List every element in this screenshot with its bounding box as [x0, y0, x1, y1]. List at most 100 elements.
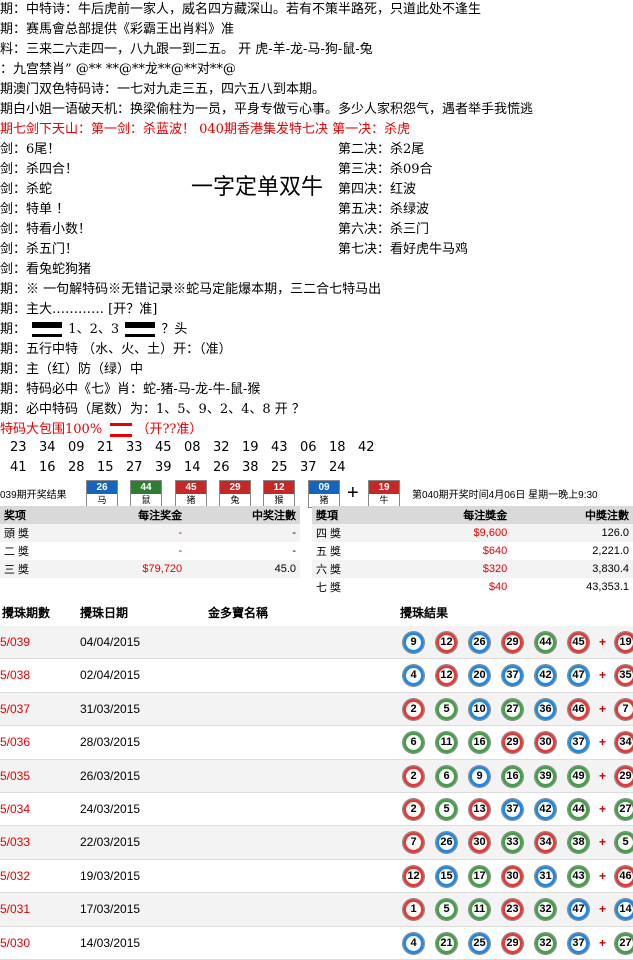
table-row[interactable]: 5/036 28/03/2015 6 11 16 29 30 37 +34 — [0, 726, 633, 760]
table-row[interactable]: 5/035 26/03/2015 2 6 9 16 39 49 +29 — [0, 759, 633, 793]
ball-number: 6 — [402, 731, 425, 755]
period-link[interactable]: 5/036 — [0, 726, 30, 758]
history-header: 攪珠期數 攪珠日期 金多寶名稱 攪珠結果 — [0, 600, 633, 626]
ball-number: 15 — [435, 864, 458, 888]
draw-label: 039期开奖结果 — [0, 490, 67, 501]
number: 23 — [10, 440, 27, 455]
ball-number: 7 — [402, 831, 425, 855]
number: 27 — [126, 460, 143, 475]
draw-date: 31/03/2015 — [80, 701, 141, 716]
text-line: 剑：杀四合！ — [0, 162, 79, 177]
draw-number-tile: 44 鼠 — [130, 480, 162, 508]
plus-icon: + — [599, 902, 607, 917]
number: 15 — [97, 460, 114, 475]
cell: - — [178, 545, 183, 557]
draw-number-tile: 45 猪 — [175, 480, 207, 508]
plus-icon: + — [599, 701, 607, 716]
extra-ball-number: 29 — [614, 764, 633, 788]
cell: $320 — [482, 563, 508, 575]
plus-icon: + — [599, 935, 607, 950]
cell: $79,720 — [142, 563, 183, 575]
draw-date: 04/04/2015 — [80, 635, 141, 649]
ball-number: 38 — [567, 831, 590, 855]
text-line: ：九宫禁肖” @** **@**龙**@**对**@ — [0, 62, 236, 77]
draw-number-tile: 29 兔 — [219, 480, 251, 508]
number: 21 — [97, 440, 114, 455]
period-link[interactable]: 5/030 — [0, 927, 30, 959]
period-link[interactable]: 5/033 — [0, 826, 30, 858]
text-line: 剑：特单 ！ — [0, 202, 70, 217]
ball-number: 42 — [534, 664, 557, 688]
table-row[interactable]: 5/033 22/03/2015 7 26 30 33 34 38 +5 — [0, 826, 633, 860]
table-row: 二 獎-- — [0, 542, 300, 560]
cell: $40 — [488, 581, 508, 593]
extra-ball-number: 7 — [614, 697, 633, 721]
ball-number: 5 — [435, 898, 458, 922]
table-row[interactable]: 5/037 31/03/2015 2 5 10 27 36 46 +7 — [0, 692, 633, 727]
ball-number: 12 — [435, 631, 458, 654]
period-link[interactable]: 5/034 — [0, 793, 30, 825]
number: 25 — [271, 460, 288, 475]
number: 32 — [213, 440, 230, 455]
table-row[interactable]: 5/031 17/03/2015 1 5 11 23 32 47 +14 — [0, 893, 633, 927]
table-row[interactable]: 5/038 02/04/2015 4 12 20 37 42 47 +35 — [0, 659, 633, 693]
ball-number: 30 — [468, 831, 491, 855]
extra-ball-number: 35 — [614, 664, 633, 688]
draw-number: 29 — [220, 481, 250, 494]
text-line: 期白小姐一语破天机：换梁偷柱为一员，平身专做亏心事。多少人家积怨气，遇者举手我慌… — [0, 102, 534, 117]
ball-number: 1 — [402, 898, 425, 922]
period-link[interactable]: 5/039 — [0, 626, 30, 658]
ball-number: 26 — [435, 831, 458, 855]
cell: 126.0 — [601, 527, 629, 539]
period-link[interactable]: 5/035 — [0, 760, 30, 792]
number: 43 — [271, 440, 288, 455]
column-header: 每注獎金 — [389, 506, 512, 524]
cell: 四 獎 — [316, 528, 342, 540]
extra-ball-number: 34 — [614, 731, 633, 755]
period-link[interactable]: 5/038 — [0, 659, 30, 691]
ball-number: 44 — [567, 797, 590, 821]
ball-number: 4 — [402, 931, 425, 955]
column-header: 每注奖金 — [72, 506, 187, 524]
column-header: 中獎注數 — [511, 506, 633, 524]
plus-icon: + — [599, 868, 607, 883]
ball-number: 20 — [468, 664, 491, 688]
table-row[interactable]: 5/034 24/03/2015 2 5 13 37 42 44 +27 — [0, 793, 633, 827]
cell: 45.0 — [274, 563, 296, 575]
bar-icon — [32, 322, 63, 337]
table-row[interactable]: 5/032 19/03/2015 12 15 17 30 31 43 +46 — [0, 860, 633, 894]
table-row[interactable]: 5/030 14/03/2015 4 21 25 29 32 37 +27 — [0, 927, 633, 960]
ball-number: 42 — [534, 797, 557, 821]
ball-number: 30 — [501, 864, 524, 888]
ball-number: 46 — [567, 697, 590, 721]
period-link[interactable]: 5/031 — [0, 893, 30, 925]
draw-date: 28/03/2015 — [80, 735, 141, 750]
ball-number: 47 — [567, 898, 590, 922]
text-line: 期：※ 一句解特码※无错记录※蛇马定能爆本期，三二合七特马出 — [0, 282, 382, 297]
plus-icon: + — [599, 835, 607, 850]
text-line: 期：赛馬會总部提供《彩霸王出肖料》准 — [0, 22, 235, 37]
column-header: 攪珠期數 — [2, 606, 51, 620]
table-row: 五 獎 $640 2,221.0 — [312, 542, 633, 560]
cell: 三 獎 — [4, 564, 30, 576]
table-row[interactable]: 5/039 04/04/2015 9 12 26 29 44 45 +19 — [0, 626, 633, 660]
draw-zodiac: 兔 — [220, 494, 250, 506]
draw-number-tile: 09 猪 — [308, 480, 340, 508]
draw-zodiac: 牛 — [369, 494, 399, 506]
text-line: 料：三来二六走四一，八九跟一到二五。 开 虎-羊-龙-马-狗-鼠-兔 — [0, 42, 373, 57]
ball-number: 36 — [534, 697, 557, 721]
period-link[interactable]: 5/032 — [0, 860, 30, 892]
draw-zodiac: 猴 — [264, 494, 294, 506]
ball-number: 11 — [435, 731, 458, 755]
text-line: 期：主（红）防（绿）中 — [0, 362, 144, 377]
cell: 頭 獎 — [4, 528, 30, 540]
period-link[interactable]: 5/037 — [0, 693, 30, 725]
ball-number: 12 — [435, 664, 458, 688]
draw-date: 22/03/2015 — [80, 835, 141, 850]
draw-date: 26/03/2015 — [80, 768, 141, 783]
draw-zodiac: 鼠 — [131, 494, 161, 506]
cell: 五 獎 — [316, 546, 342, 558]
plus-icon: + — [599, 635, 607, 649]
plus-icon: + — [347, 482, 359, 504]
column-header: 中奖注數 — [186, 506, 300, 524]
